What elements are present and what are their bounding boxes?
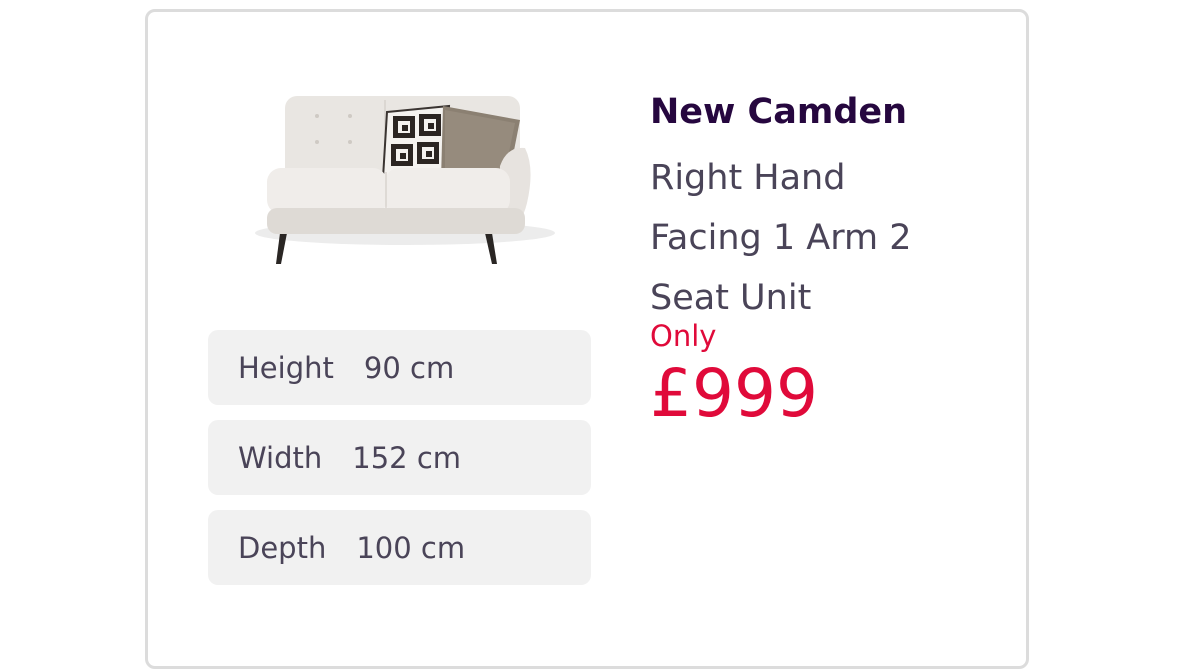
product-card: Height 90 cm Width 152 cm Depth 100 cm N…: [145, 9, 1029, 669]
dimension-label: Width: [238, 440, 323, 475]
product-description: Right Hand Facing 1 Arm 2 Seat Unit: [650, 148, 1010, 328]
dimension-value: 152 cm: [352, 440, 462, 475]
dimension-value: 90 cm: [363, 350, 455, 385]
dimension-label: Depth: [238, 530, 327, 565]
dimension-row-height: Height 90 cm: [208, 330, 591, 405]
sofa-product-image: [255, 96, 555, 264]
dimension-row-depth: Depth 100 cm: [208, 510, 591, 585]
product-price: £999: [650, 355, 818, 432]
dimensions-list: Height 90 cm Width 152 cm Depth 100 cm: [208, 330, 591, 600]
product-info: New Camden Right Hand Facing 1 Arm 2 Sea…: [650, 84, 1010, 434]
dimension-label: Height: [238, 350, 334, 385]
product-name[interactable]: New Camden: [650, 84, 1010, 140]
dimension-row-width: Width 152 cm: [208, 420, 591, 495]
only-label: Only: [650, 319, 717, 353]
dimension-value: 100 cm: [356, 530, 466, 565]
product-description-line: Right Hand: [650, 158, 846, 198]
product-description-line: Facing 1 Arm 2: [650, 218, 912, 258]
